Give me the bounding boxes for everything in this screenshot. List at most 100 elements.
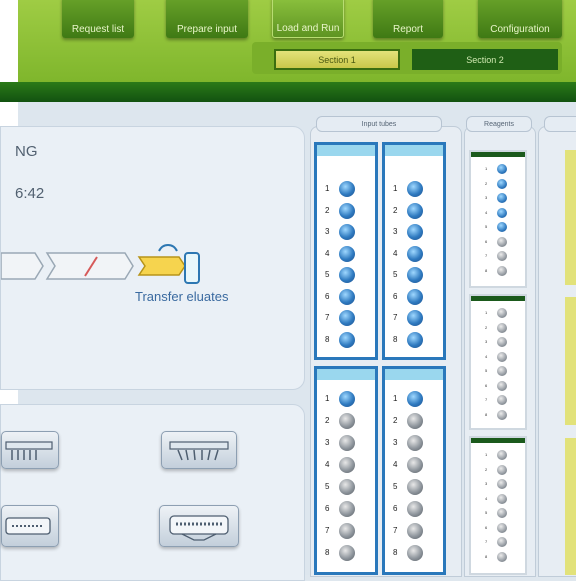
tube-number: 8 bbox=[393, 334, 398, 344]
reagent-empty-tube[interactable] bbox=[497, 522, 507, 533]
tab-section-2[interactable]: Section 2 bbox=[412, 49, 558, 70]
empty-tube[interactable] bbox=[339, 545, 355, 561]
filled-tube[interactable] bbox=[407, 331, 423, 348]
filled-tube[interactable] bbox=[339, 331, 355, 348]
nav-configuration-button[interactable]: Configuration bbox=[478, 0, 562, 38]
empty-tube[interactable] bbox=[407, 523, 423, 539]
reagent-empty-tube[interactable] bbox=[497, 395, 507, 405]
reagent-rack-2[interactable]: 1 2 3 4 5 6 7 8 bbox=[469, 294, 527, 430]
reagent-empty-tube[interactable] bbox=[497, 337, 507, 347]
reagent-rack-1[interactable]: 1 2 3 4 5 6 7 8 bbox=[469, 150, 527, 288]
reagent-empty-tube[interactable] bbox=[497, 551, 507, 562]
empty-tube[interactable] bbox=[339, 479, 355, 495]
reagent-slot-number: 3 bbox=[485, 339, 488, 344]
plate-button[interactable] bbox=[1, 505, 59, 547]
nav-report-button[interactable]: Report bbox=[373, 0, 443, 38]
reagent-empty-tube[interactable] bbox=[497, 366, 507, 376]
empty-tube[interactable] bbox=[339, 435, 355, 451]
reagent-slot-number: 3 bbox=[485, 195, 488, 200]
filled-tube[interactable] bbox=[407, 202, 423, 219]
filled-tube[interactable] bbox=[339, 202, 355, 219]
reagent-empty-tube[interactable] bbox=[497, 265, 507, 276]
tube-number: 8 bbox=[393, 548, 398, 557]
reagent-empty-tube[interactable] bbox=[497, 493, 507, 504]
reagent-slot-number: 6 bbox=[485, 238, 488, 244]
reagent-filled-tube[interactable] bbox=[497, 207, 507, 218]
header-divider bbox=[0, 82, 576, 102]
nav-prepare-input-button[interactable]: Prepare input bbox=[166, 0, 248, 38]
input-rack-bottom-left[interactable]: 1 2 3 4 5 6 7 8 bbox=[314, 366, 378, 575]
empty-tube[interactable] bbox=[407, 545, 423, 561]
next-rack-2[interactable] bbox=[565, 297, 576, 425]
tip-rack-button[interactable] bbox=[1, 431, 59, 469]
filled-tube[interactable] bbox=[339, 310, 355, 326]
filled-tube[interactable] bbox=[339, 245, 355, 262]
empty-tube[interactable] bbox=[407, 501, 423, 517]
input-rack-top-left[interactable]: 1 2 3 4 5 6 7 8 bbox=[314, 142, 378, 360]
filled-tube[interactable] bbox=[339, 224, 355, 240]
filled-tube[interactable] bbox=[339, 267, 355, 283]
reagent-empty-tube[interactable] bbox=[497, 409, 507, 420]
reagent-filled-tube[interactable] bbox=[497, 222, 507, 232]
input-rack-bottom-right[interactable]: 1 2 3 4 5 6 7 8 bbox=[382, 366, 446, 575]
filled-tube[interactable] bbox=[407, 245, 423, 262]
reagent-empty-tube[interactable] bbox=[497, 479, 507, 489]
reagent-empty-tube[interactable] bbox=[497, 322, 507, 333]
reagent-filled-tube[interactable] bbox=[497, 178, 507, 189]
eluate-tube-icon bbox=[184, 252, 200, 284]
empty-tube[interactable] bbox=[339, 523, 355, 539]
tube-number: 2 bbox=[325, 416, 330, 425]
empty-tube[interactable] bbox=[339, 413, 355, 429]
nav-request-list-button[interactable]: Request list bbox=[62, 0, 134, 38]
tube-number: 6 bbox=[393, 291, 398, 301]
filled-tube[interactable] bbox=[407, 391, 423, 407]
run-time-text: 6:42 bbox=[15, 185, 45, 202]
tube-number: 6 bbox=[393, 504, 398, 513]
eluate-plate-button[interactable] bbox=[159, 505, 239, 547]
reagent-slot-number: 7 bbox=[485, 539, 488, 544]
empty-tube[interactable] bbox=[407, 435, 423, 451]
empty-tube[interactable] bbox=[407, 413, 423, 429]
filled-tube[interactable] bbox=[339, 288, 355, 305]
empty-tube[interactable] bbox=[339, 457, 355, 473]
tube-number: 6 bbox=[325, 291, 330, 301]
nav-load-and-run-button[interactable]: Load and Run bbox=[272, 0, 344, 38]
filled-tube[interactable] bbox=[407, 181, 423, 197]
input-rack-top-right[interactable]: 1 2 3 4 5 6 7 8 bbox=[382, 142, 446, 360]
reagent-filled-tube[interactable] bbox=[497, 164, 507, 174]
reagent-empty-tube[interactable] bbox=[497, 508, 507, 518]
filled-tube[interactable] bbox=[339, 391, 355, 407]
reagent-empty-tube[interactable] bbox=[497, 450, 507, 460]
filled-tube[interactable] bbox=[339, 181, 355, 197]
reagent-slot-number: 2 bbox=[485, 324, 488, 330]
empty-tube[interactable] bbox=[407, 457, 423, 473]
next-rack-1[interactable] bbox=[565, 150, 576, 285]
filled-tube[interactable] bbox=[407, 267, 423, 283]
tube-number: 8 bbox=[325, 334, 330, 344]
pipette-tips-button[interactable] bbox=[161, 431, 237, 469]
reagent-slot-number: 1 bbox=[485, 452, 488, 457]
filled-tube[interactable] bbox=[407, 288, 423, 305]
run-status-panel: NG 6:42 Transfer eluates bbox=[0, 126, 305, 390]
reagent-empty-tube[interactable] bbox=[497, 464, 507, 475]
tab-section-1[interactable]: Section 1 bbox=[274, 49, 400, 70]
tube-number: 3 bbox=[393, 227, 398, 236]
filled-tube[interactable] bbox=[407, 224, 423, 240]
tube-number: 4 bbox=[393, 460, 398, 469]
empty-tube[interactable] bbox=[407, 479, 423, 495]
next-rack-3[interactable] bbox=[565, 438, 576, 575]
reagent-empty-tube[interactable] bbox=[497, 308, 507, 318]
reagent-empty-tube[interactable] bbox=[497, 537, 507, 547]
reagent-slot-number: 1 bbox=[485, 166, 488, 171]
filled-tube[interactable] bbox=[407, 310, 423, 326]
empty-tube[interactable] bbox=[339, 501, 355, 517]
tube-number: 4 bbox=[325, 248, 330, 258]
input-tubes-title: Input tubes bbox=[316, 116, 442, 132]
run-status-text: NG bbox=[15, 143, 38, 160]
reagent-empty-tube[interactable] bbox=[497, 351, 507, 362]
reagent-rack-3[interactable]: 1 2 3 4 5 6 7 8 bbox=[469, 436, 527, 575]
reagent-empty-tube[interactable] bbox=[497, 251, 507, 261]
reagent-empty-tube[interactable] bbox=[497, 236, 507, 247]
reagent-empty-tube[interactable] bbox=[497, 380, 507, 391]
reagent-filled-tube[interactable] bbox=[497, 193, 507, 203]
